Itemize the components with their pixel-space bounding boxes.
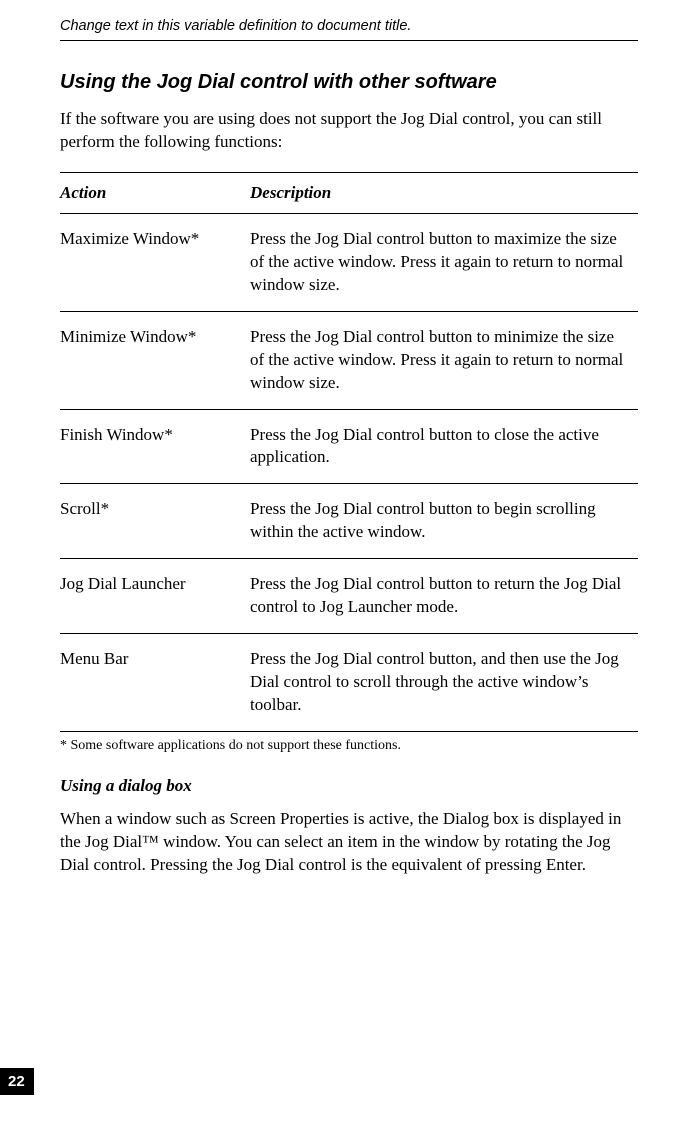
- table-row: Menu Bar Press the Jog Dial control butt…: [60, 634, 638, 732]
- subsection-body: When a window such as Screen Properties …: [60, 808, 638, 877]
- cell-description: Press the Jog Dial control button to clo…: [250, 409, 638, 484]
- cell-action: Finish Window*: [60, 409, 250, 484]
- table-row: Finish Window* Press the Jog Dial contro…: [60, 409, 638, 484]
- cell-action: Menu Bar: [60, 634, 250, 732]
- table-header-action: Action: [60, 172, 250, 213]
- page-number: 22: [0, 1068, 34, 1095]
- cell-action: Scroll*: [60, 484, 250, 559]
- running-header: Change text in this variable definition …: [60, 18, 638, 41]
- cell-description: Press the Jog Dial control button, and t…: [250, 634, 638, 732]
- table-row: Minimize Window* Press the Jog Dial cont…: [60, 311, 638, 409]
- cell-action: Jog Dial Launcher: [60, 559, 250, 634]
- cell-description: Press the Jog Dial control button to min…: [250, 311, 638, 409]
- action-table: Action Description Maximize Window* Pres…: [60, 172, 638, 732]
- cell-description: Press the Jog Dial control button to ret…: [250, 559, 638, 634]
- table-footnote: * Some software applications do not supp…: [60, 738, 638, 754]
- cell-action: Minimize Window*: [60, 311, 250, 409]
- cell-description: Press the Jog Dial control button to max…: [250, 213, 638, 311]
- cell-action: Maximize Window*: [60, 213, 250, 311]
- section-title: Using the Jog Dial control with other so…: [60, 71, 638, 94]
- cell-description: Press the Jog Dial control button to beg…: [250, 484, 638, 559]
- table-row: Maximize Window* Press the Jog Dial cont…: [60, 213, 638, 311]
- table-row: Jog Dial Launcher Press the Jog Dial con…: [60, 559, 638, 634]
- table-header-description: Description: [250, 172, 638, 213]
- table-row: Scroll* Press the Jog Dial control butto…: [60, 484, 638, 559]
- intro-paragraph: If the software you are using does not s…: [60, 108, 638, 154]
- subsection-title: Using a dialog box: [60, 776, 638, 796]
